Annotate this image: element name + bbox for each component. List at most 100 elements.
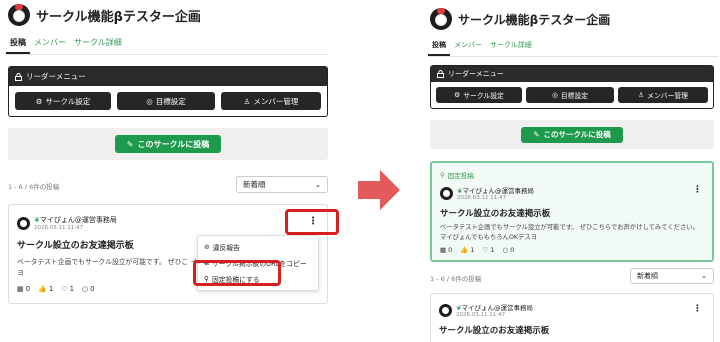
likes-stat[interactable]: 👍 1 <box>38 285 53 293</box>
after-screenshot: サークル機能βテスター企画 投稿 メンバー サークル詳細 リーダーメニュー ⚙ サ… <box>426 0 720 342</box>
sort-value-after: 新着順 <box>637 272 658 280</box>
post-box-after: ✎ このサークルに投稿 <box>430 120 714 149</box>
goal-settings-label-after: 目標設定 <box>560 92 589 100</box>
comments-stat-pinned[interactable]: ○ 0 <box>503 246 515 254</box>
author-name-after: マイぴょん@運営事務局 <box>461 304 533 312</box>
user-gear-icon: ♙ <box>243 96 251 106</box>
likes-count-pinned: 1 <box>470 245 475 254</box>
leader-menu-header-after: リーダーメニュー <box>431 66 713 82</box>
page-title: サークル機能βテスター企画 <box>36 9 201 25</box>
author-avatar-after <box>439 303 452 317</box>
pinned-post-title: サークル設立のお友達掲示板 <box>440 209 551 219</box>
heart-icon: ♡ <box>482 245 489 254</box>
chevron-down-icon: ⌄ <box>701 272 707 280</box>
post-title-after: サークル設立のお友達掲示板 <box>439 326 550 336</box>
lock-icon <box>15 72 22 81</box>
hearts-stat[interactable]: ♡ 1 <box>61 285 74 293</box>
circle-settings-label-after: サークル設定 <box>463 92 504 100</box>
heart-icon: ♡ <box>61 285 68 294</box>
circle-settings-button-after[interactable]: ⚙ サークル設定 <box>436 87 522 103</box>
views-stat[interactable]: ▦ 0 <box>17 285 30 293</box>
views-count: 0 <box>25 285 31 294</box>
hearts-count: 1 <box>69 285 75 294</box>
leader-menu-after: リーダーメニュー ⚙ サークル設定 ◎ 目標設定 ♙ メンバー管理 <box>430 65 714 109</box>
views-stat-pinned[interactable]: ▦ 0 <box>440 246 452 254</box>
circle-avatar <box>8 4 30 26</box>
before-screenshot: サークル機能βテスター企画 投稿 メンバー サークル詳細 リーダーメニュー ⚙ サ… <box>0 0 340 342</box>
gear-icon: ⚙ <box>454 91 461 99</box>
leader-menu-title: リーダーメニュー <box>26 72 86 81</box>
report-label: 違反報告 <box>212 244 240 252</box>
target-icon: ◎ <box>146 96 153 106</box>
page-title-after: サークル機能βテスター企画 <box>458 12 611 27</box>
tab-members[interactable]: メンバー <box>30 37 70 54</box>
author-avatar <box>17 216 30 230</box>
post-author-after: ❦マイぴょん@運営事務局 <box>456 302 533 312</box>
member-management-button-after[interactable]: ♙ メンバー管理 <box>618 87 708 103</box>
pin-icon: ⚲ <box>440 171 445 179</box>
highlight-pin-option <box>193 260 281 286</box>
tab-details-after[interactable]: サークル詳細 <box>486 40 536 56</box>
post-count-after: 1 - 6 / 6件の投稿 <box>430 275 482 283</box>
post-menu-button-after[interactable]: ⋮ <box>693 305 702 314</box>
pinned-author-row: ❦マイぴょん@運営事務局 2026.03.11 11:47 <box>440 185 704 201</box>
sort-select[interactable]: 新着順 ⌄ <box>236 176 328 193</box>
create-post-button-after[interactable]: ✎ このサークルに投稿 <box>521 126 623 143</box>
member-management-label: メンバー管理 <box>253 96 299 106</box>
post-box: ✎ このサークルに投稿 <box>8 128 328 160</box>
post-author-row: ❦マイぴょん@運営事務局 2026.03.11 11:47 <box>17 215 319 231</box>
hearts-count-pinned: 1 <box>490 245 495 254</box>
goal-settings-label: 目標設定 <box>155 96 186 106</box>
post-card-after[interactable]: ❦マイぴょん@運営事務局 2026.03.11 11:47 サークル設立のお友達… <box>430 293 714 342</box>
circle-settings-button[interactable]: ⚙ サークル設定 <box>15 92 111 110</box>
pinned-date: 2026.03.11 11:47 <box>457 195 507 201</box>
target-icon: ◎ <box>551 91 558 99</box>
sort-value: 新着順 <box>243 180 266 189</box>
tab-posts-after[interactable]: 投稿 <box>428 40 450 56</box>
create-post-button[interactable]: ✎ このサークルに投稿 <box>114 135 222 153</box>
views-count-pinned: 0 <box>448 245 453 254</box>
pinned-post-card[interactable]: ⚲ 固定投稿 ❦マイぴょん@運営事務局 2026.03.11 11:47 サークル… <box>430 161 714 262</box>
tab-bar-after: 投稿 メンバー サークル詳細 <box>428 40 718 57</box>
pinned-label: ⚲ 固定投稿 <box>440 170 704 180</box>
create-post-label-after: このサークルに投稿 <box>543 130 611 139</box>
leader-menu-header: リーダーメニュー <box>9 67 327 86</box>
likes-count: 1 <box>48 285 54 294</box>
comment-icon: ○ <box>82 285 89 294</box>
likes-stat-pinned[interactable]: 👍 1 <box>460 246 474 254</box>
user-gear-icon: ♙ <box>638 91 645 99</box>
pinned-post-body: ベータテスト企画でもサークル設立が可能です。 ぜひこちらでお声がけしてみてくださ… <box>440 224 699 241</box>
post-author: ❦マイぴょん@運営事務局 <box>34 215 117 225</box>
post-date-after: 2026.03.11 11:47 <box>456 312 506 318</box>
menu-item-report[interactable]: ⊘ 違反報告 <box>198 239 318 255</box>
hearts-stat-pinned[interactable]: ♡ 1 <box>483 246 495 254</box>
circle-avatar-after <box>430 8 452 30</box>
post-count: 1 - 6 / 6件の投稿 <box>8 183 60 191</box>
calendar-icon: ▦ <box>440 245 447 254</box>
pencil-icon: ✎ <box>126 139 134 149</box>
thumbs-up-icon: 👍 <box>38 285 47 294</box>
author-name: マイぴょん@運営事務局 <box>39 216 117 224</box>
leader-menu-title-after: リーダーメニュー <box>448 70 504 78</box>
gear-icon: ⚙ <box>35 96 43 106</box>
ban-icon: ⊘ <box>204 243 210 251</box>
tab-posts[interactable]: 投稿 <box>6 37 30 54</box>
lock-icon <box>437 70 444 78</box>
post-author-row-after: ❦マイぴょん@運営事務局 2026.03.11 11:47 <box>439 302 705 318</box>
create-post-label: このサークルに投稿 <box>137 139 210 149</box>
tab-details[interactable]: サークル詳細 <box>70 37 126 54</box>
circle-header-after: サークル機能βテスター企画 <box>430 8 610 30</box>
sort-select-after[interactable]: 新着順 ⌄ <box>630 268 714 284</box>
goal-settings-button-after[interactable]: ◎ 目標設定 <box>526 87 614 103</box>
tab-members-after[interactable]: メンバー <box>450 40 486 56</box>
pinned-post-menu-button[interactable]: ⋮ <box>693 186 702 195</box>
pinned-author-name: マイぴょん@運営事務局 <box>462 187 534 195</box>
pinned-post-stats: ▦ 0 👍 1 ♡ 1 ○ 0 <box>440 246 704 254</box>
tab-bar: 投稿 メンバー サークル詳細 <box>6 37 328 55</box>
member-management-label-after: メンバー管理 <box>647 92 688 100</box>
pinned-label-text: 固定投稿 <box>447 172 474 180</box>
comments-stat[interactable]: ○ 0 <box>82 285 95 293</box>
thumbs-up-icon: 👍 <box>460 245 469 254</box>
member-management-button[interactable]: ♙ メンバー管理 <box>221 92 321 110</box>
goal-settings-button[interactable]: ◎ 目標設定 <box>117 92 215 110</box>
